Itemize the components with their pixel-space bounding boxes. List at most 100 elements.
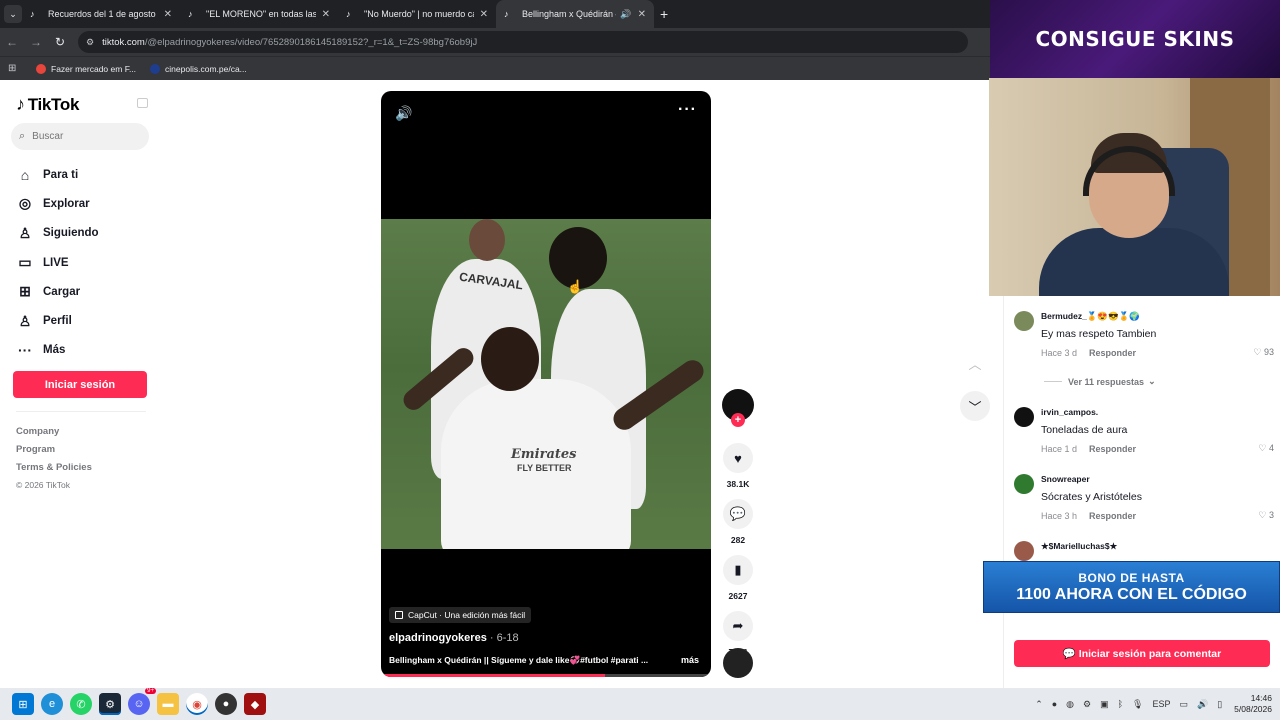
view-replies-button[interactable]: Ver 11 respuestas ⌄ (1044, 376, 1156, 387)
bookmark-item[interactable]: cinepolis.com.pe/ca... (150, 63, 247, 74)
nav-item-live[interactable]: ▭ LIVE (16, 248, 99, 277)
login-button[interactable]: Iniciar sesión (13, 371, 147, 398)
comment-likes[interactable]: ♡ 4 (1258, 443, 1274, 454)
tray-app-icon[interactable]: ▣ (1100, 699, 1109, 710)
chevron-down-icon[interactable]: ﹀ (960, 391, 990, 421)
tiktok-logo[interactable]: ♪ TikTok (16, 94, 79, 115)
comment-avatar[interactable] (1014, 541, 1034, 561)
comment-user[interactable]: irvin_campos. (1041, 407, 1098, 417)
tray-app-icon[interactable]: ● (1052, 699, 1057, 709)
login-to-comment-button[interactable]: 💬 Iniciar sesión para comentar (1014, 640, 1270, 667)
footer-link-program[interactable]: Program (16, 444, 92, 462)
heart-outline-icon[interactable]: ♡ (1258, 510, 1266, 520)
comment-likes[interactable]: ♡ 93 (1253, 347, 1274, 358)
discord-icon[interactable]: ☺ 9+ (128, 688, 156, 715)
nav-item-cargar[interactable]: ⊞ Cargar (16, 277, 99, 306)
video-author[interactable]: elpadrinogyokeres · 6-18 (389, 632, 519, 644)
microphone-icon[interactable]: 🎙 (1132, 699, 1143, 710)
bookmark-item[interactable]: Fazer mercado em F... (36, 63, 136, 74)
heart-icon[interactable]: ♥ (723, 443, 753, 473)
creator-avatar[interactable]: + (722, 389, 754, 427)
comment-user[interactable]: Bermudez_🏅😍😎🏅🌍 (1041, 311, 1140, 322)
comment-bubble-icon[interactable]: 💬 (723, 499, 753, 529)
steam-icon[interactable]: ⚙ (99, 693, 121, 715)
capcut-tag[interactable]: CapCut · Una edición más fácil (389, 607, 532, 623)
search-input[interactable] (32, 131, 133, 142)
comment-avatar[interactable] (1014, 474, 1034, 494)
windows-start-icon[interactable]: ⊞ (12, 693, 34, 715)
video-progress-fill (381, 674, 606, 677)
comment-avatar[interactable] (1014, 311, 1034, 331)
author-name[interactable]: elpadrinogyokeres (389, 632, 487, 644)
address-bar-row: ← → ↻ ⚙ tiktok.com/@elpadrinogyokeres/vi… (0, 28, 990, 56)
search-box[interactable]: ⌕ (11, 123, 149, 150)
reply-button[interactable]: Responder (1089, 444, 1136, 454)
bluetooth-icon[interactable]: ᛒ (1118, 699, 1123, 709)
tab-search-chevron-icon[interactable]: ⌄ (4, 5, 22, 23)
save-action[interactable]: ▮ 2627 (722, 555, 754, 601)
site-info-icon[interactable]: ⚙ (86, 37, 94, 48)
apps-grid-icon[interactable]: ⊞ (8, 63, 22, 74)
close-tab-icon[interactable]: ✕ (322, 9, 330, 20)
browser-tab[interactable]: ♪ Recuerdos del 1 de agosto de 2 ✕ (22, 0, 180, 28)
heart-outline-icon[interactable]: ♡ (1258, 443, 1266, 453)
footer-link-company[interactable]: Company (16, 426, 92, 444)
url-field[interactable]: ⚙ tiktok.com/@elpadrinogyokeres/video/76… (78, 31, 968, 53)
nav-label: Siguiendo (43, 227, 99, 240)
video-player[interactable]: 🔊 ··· CARVAJAL Emirates FLY BETTER ☝ Cap… (381, 91, 711, 677)
edge-icon[interactable]: e (41, 693, 63, 715)
nav-item-explorar[interactable]: ◎ Explorar (16, 189, 99, 218)
reload-icon[interactable]: ↻ (48, 35, 72, 49)
volume-icon[interactable]: 🔊 (395, 105, 412, 122)
comment-user[interactable]: ★$Marielluchas$★ (1041, 541, 1117, 552)
comment-user[interactable]: Snowreaper (1041, 474, 1090, 484)
nav-item-siguiendo[interactable]: ♙ Siguiendo (16, 219, 99, 248)
system-clock[interactable]: 14:46 5/08/2026 (1234, 693, 1272, 715)
dota-icon[interactable]: ◆ (244, 693, 266, 715)
video-frame[interactable]: CARVAJAL Emirates FLY BETTER ☝ (381, 219, 711, 549)
chevron-up-icon[interactable]: ︿ (960, 348, 990, 378)
tray-app-icon[interactable]: ◍ (1066, 699, 1074, 710)
close-tab-icon[interactable]: ✕ (638, 9, 646, 20)
battery-icon[interactable]: ▯ (1217, 699, 1222, 710)
reply-button[interactable]: Responder (1089, 511, 1136, 521)
nav-item-mas[interactable]: ··· Más (16, 336, 99, 365)
back-arrow-icon[interactable]: ← (0, 35, 24, 49)
comment-likes[interactable]: ♡ 3 (1258, 510, 1274, 521)
close-tab-icon[interactable]: ✕ (164, 9, 172, 20)
network-icon[interactable]: ▭ (1179, 699, 1188, 710)
forward-arrow-icon[interactable]: → (24, 35, 48, 49)
like-action[interactable]: ♥ 38.1K (722, 443, 754, 489)
follow-plus-icon[interactable]: + (731, 413, 745, 427)
obs-icon[interactable]: ● (215, 693, 237, 715)
browser-tab[interactable]: ♪ "No Muerdo" | no muerdo cau ✕ (338, 0, 496, 28)
footer-link-terms[interactable]: Terms & Policies (16, 462, 92, 480)
whatsapp-icon[interactable]: ✆ (70, 693, 92, 715)
new-tab-icon[interactable]: + (660, 6, 668, 22)
comment-action[interactable]: 💬 282 (722, 499, 754, 545)
nav-item-perfil[interactable]: ♙ Perfil (16, 306, 99, 335)
more-options-icon[interactable]: ··· (678, 101, 697, 119)
comment-meta: Hace 3 h Responder (1041, 511, 1136, 521)
comment-avatar[interactable] (1014, 407, 1034, 427)
browser-tab[interactable]: ♪ "EL MORENO" en todas las pla ✕ (180, 0, 338, 28)
browser-tab-active[interactable]: ♪ Bellingham x Quédirán — E 🔊 ✕ (496, 0, 654, 28)
caption-more-link[interactable]: más (681, 655, 699, 665)
volume-icon[interactable]: 🔊 (1197, 699, 1208, 710)
close-tab-icon[interactable]: ✕ (480, 9, 488, 20)
file-explorer-icon[interactable]: ▬ (157, 693, 179, 715)
collapse-sidebar-icon[interactable] (137, 98, 148, 108)
video-progress-bar[interactable] (381, 674, 711, 677)
speaker-icon[interactable]: 🔊 (620, 9, 631, 20)
music-disc-avatar[interactable] (723, 648, 753, 678)
share-arrow-icon[interactable]: ➦ (723, 611, 753, 641)
bookmark-icon[interactable]: ▮ (723, 555, 753, 585)
tray-steam-icon[interactable]: ⚙ (1083, 699, 1091, 710)
heart-outline-icon[interactable]: ♡ (1253, 347, 1261, 357)
chrome-icon[interactable]: ◉ (186, 693, 208, 715)
reply-button[interactable]: Responder (1089, 348, 1136, 358)
nav-label: Cargar (43, 285, 81, 298)
language-indicator[interactable]: ESP (1152, 699, 1170, 709)
tray-chevron-up-icon[interactable]: ⌃ (1035, 699, 1043, 710)
nav-item-para-ti[interactable]: ⌂ Para ti (16, 160, 99, 189)
